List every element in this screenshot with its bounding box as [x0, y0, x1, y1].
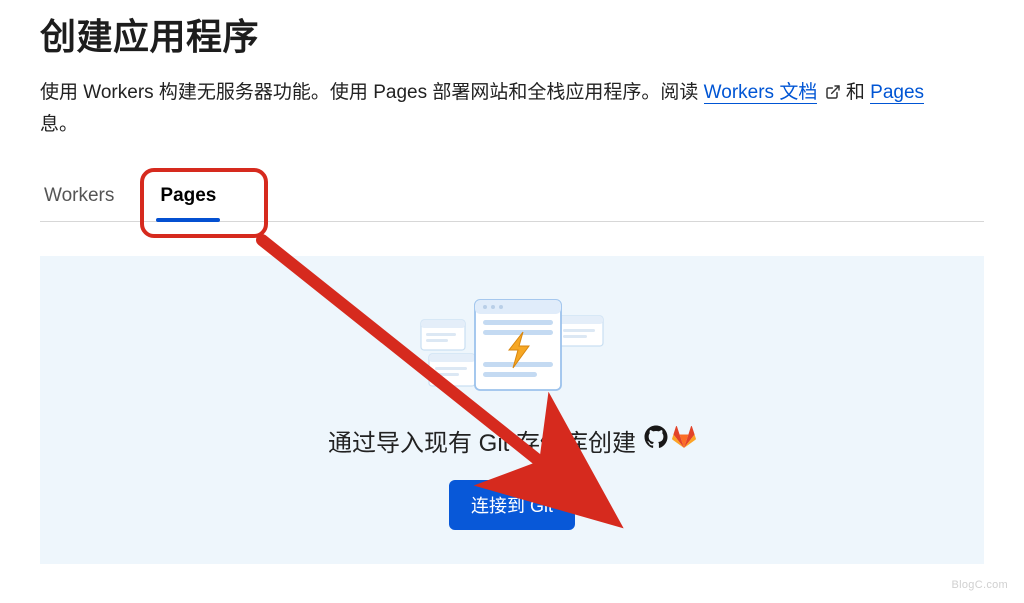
github-icon	[644, 425, 668, 456]
desc-text-1: 使用 Workers 构建无服务器功能。使用 Pages 部署网站和全栈应用程序…	[40, 82, 704, 103]
hero-panel: 通过导入现有 Git 存储库创建	[40, 256, 984, 564]
watermark: BlogC.com	[952, 579, 1009, 591]
page-description: 使用 Workers 构建无服务器功能。使用 Pages 部署网站和全栈应用程序…	[40, 78, 984, 141]
pages-docs-link[interactable]: Pages	[870, 82, 924, 104]
tab-bar: Workers Pages	[40, 169, 984, 222]
hero-heading: 通过导入现有 Git 存储库创建	[328, 423, 696, 458]
page-title: 创建应用程序	[40, 8, 984, 60]
tab-workers[interactable]: Workers	[40, 175, 118, 221]
desc-mid: 和	[846, 82, 870, 103]
gitlab-icon	[672, 425, 696, 456]
external-link-icon	[825, 80, 841, 110]
desc-text-2: 息。	[40, 114, 78, 135]
workers-docs-link[interactable]: Workers 文档	[704, 82, 818, 104]
pages-illustration	[417, 296, 607, 401]
tab-pages[interactable]: Pages	[156, 175, 220, 221]
connect-git-button[interactable]: 连接到 Git	[449, 480, 575, 530]
